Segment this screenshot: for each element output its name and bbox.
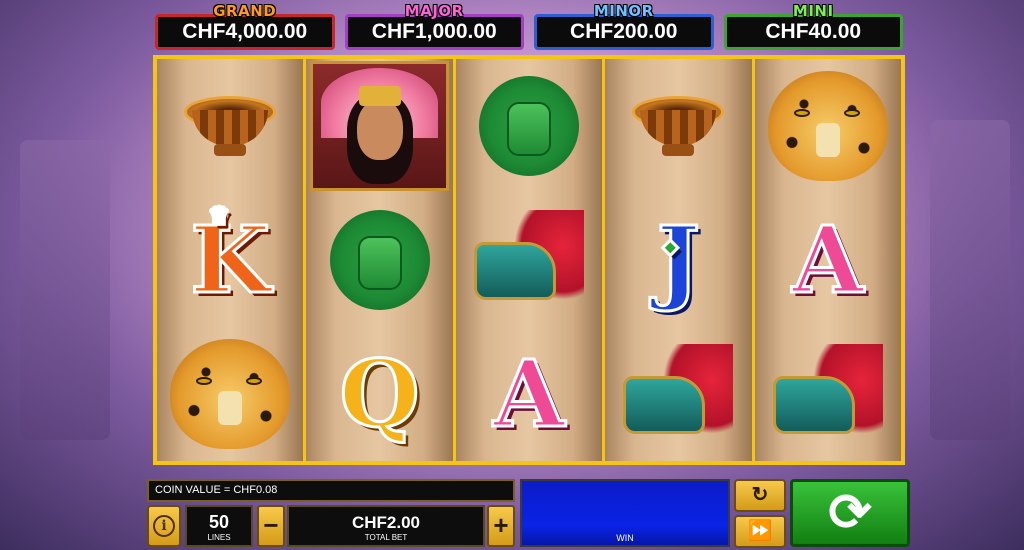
reel-cell: A — [456, 327, 602, 461]
serpent-symbol — [623, 344, 734, 444]
reel-cell: A — [755, 193, 901, 327]
spin-button[interactable]: ⟳ — [790, 479, 910, 547]
jaguar-symbol — [170, 339, 291, 449]
turbo-button[interactable]: ⏩ — [734, 515, 786, 548]
jackpot-bar: CHF4,000.00 GRAND CHF1,000.00 MAJOR CHF2… — [155, 2, 903, 52]
shield-icon: ◆ — [661, 234, 679, 258]
reel-cell — [605, 59, 751, 193]
control-panel: COIN VALUE = CHF0.08 WIN i 50 LINES − CH… — [147, 476, 912, 550]
spin-icon: ⟳ — [828, 484, 872, 542]
jackpot-mini: CHF40.00 MINI — [723, 2, 903, 52]
bowl-symbol — [184, 96, 277, 156]
background-rock — [930, 120, 1010, 440]
ace-symbol: A — [492, 340, 566, 448]
reel-2: Q — [306, 59, 453, 461]
bowl-symbol — [632, 96, 725, 156]
fast-forward-icon: ⏩ — [747, 520, 773, 542]
reel-cell — [306, 193, 452, 327]
crown-icon: ♛ — [207, 201, 231, 230]
jackpot-grand-title: GRAND — [213, 2, 277, 20]
serpent-symbol — [772, 344, 883, 444]
lines-label: LINES — [207, 533, 231, 542]
refresh-icon: ↻ — [751, 484, 769, 506]
reel-cell — [605, 327, 751, 461]
jack-symbol: J ◆ — [655, 206, 701, 314]
increase-bet-button[interactable]: + — [487, 505, 515, 547]
info-icon: i — [153, 515, 175, 537]
mask-symbol — [329, 210, 430, 310]
total-bet-value: CHF2.00 — [351, 513, 421, 532]
reel-cell: J ◆ — [605, 193, 751, 327]
total-bet-label: TOTAL BET — [364, 533, 408, 542]
jackpot-mini-title: MINI — [792, 2, 834, 20]
autoplay-button[interactable]: ↻ — [734, 479, 786, 512]
serpent-symbol — [474, 210, 585, 310]
background-rock — [20, 140, 110, 440]
reel-cell — [157, 327, 303, 461]
jackpot-grand: CHF4,000.00 GRAND — [155, 2, 335, 52]
reel-cell — [157, 59, 303, 193]
jaguar-symbol — [767, 71, 888, 181]
reel-4: J ◆ — [605, 59, 752, 461]
total-bet-display: CHF2.00 TOTAL BET — [287, 505, 485, 547]
coin-value-display[interactable]: COIN VALUE = CHF0.08 — [147, 479, 515, 502]
jackpot-major-title: MAJOR — [404, 2, 464, 20]
jackpot-major: CHF1,000.00 MAJOR — [344, 2, 524, 52]
jackpot-minor-title: MINOR — [593, 2, 654, 20]
queen-symbol: Q — [338, 340, 421, 448]
reel-3: A — [455, 59, 603, 461]
reel-cell — [456, 193, 602, 327]
reel-cell — [456, 59, 602, 193]
decrease-bet-button[interactable]: − — [257, 505, 285, 547]
reel-cell — [755, 327, 901, 461]
jackpot-minor: CHF200.00 MINOR — [534, 2, 714, 52]
reel-cell — [306, 59, 452, 193]
win-label: WIN — [616, 533, 634, 543]
info-button[interactable]: i — [147, 505, 181, 547]
reel-5: A — [754, 59, 902, 461]
ace-symbol: A — [791, 206, 865, 314]
reel-cell: K ♛ — [157, 193, 303, 327]
lines-display: 50 LINES — [185, 505, 253, 547]
king-symbol: K ♛ — [189, 201, 272, 314]
reel-grid: K ♛ Q A J ◆ A — [153, 55, 905, 465]
reel-1: K ♛ — [157, 59, 304, 461]
mask-symbol — [479, 76, 580, 176]
reel-cell — [755, 59, 901, 193]
win-display: WIN — [520, 479, 730, 547]
princess-symbol — [310, 61, 449, 191]
lines-value: 50 — [208, 512, 230, 532]
reel-cell: Q — [306, 327, 452, 461]
